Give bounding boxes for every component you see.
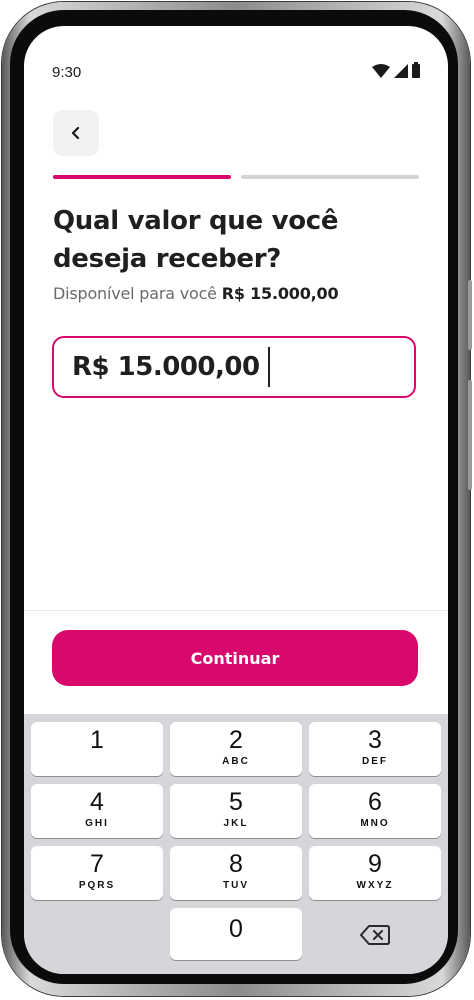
key-digit: 2 <box>229 726 243 754</box>
backspace-icon <box>360 925 390 945</box>
available-value: R$ 15.000,00 <box>221 284 339 303</box>
progress-step-active <box>53 175 231 179</box>
key-letters: TUV <box>223 880 249 891</box>
phone-side-button <box>468 380 472 490</box>
key-digit: 7 <box>90 850 104 878</box>
key-7[interactable]: 7 PQRS <box>31 846 163 900</box>
divider <box>24 610 448 611</box>
key-digit: 9 <box>368 850 382 878</box>
available-amount: Disponível para você R$ 15.000,00 <box>53 284 339 303</box>
amount-input[interactable]: R$ 15.000,00 <box>52 336 416 398</box>
key-digit: 1 <box>90 726 104 754</box>
backspace-key[interactable] <box>309 908 441 962</box>
page-title: Qual valor que você deseja receber? <box>53 206 339 274</box>
key-8[interactable]: 8 TUV <box>170 846 302 900</box>
key-digit: 0 <box>229 915 243 943</box>
step-progress <box>53 175 419 179</box>
key-3[interactable]: 3 DEF <box>309 722 441 776</box>
key-letters: MNO <box>360 818 390 829</box>
key-2[interactable]: 2 ABC <box>170 722 302 776</box>
key-letters: WXYZ <box>356 880 394 891</box>
key-digit: 5 <box>229 788 243 816</box>
key-digit: 4 <box>90 788 104 816</box>
text-caret <box>267 347 270 387</box>
key-letters: DEF <box>362 756 388 767</box>
status-icons <box>372 62 420 78</box>
status-time: 9:30 <box>52 64 82 81</box>
progress-step-inactive <box>241 175 419 179</box>
key-5[interactable]: 5 JKL <box>170 784 302 838</box>
key-letters: PQRS <box>78 880 116 891</box>
key-letters: JKL <box>223 818 249 829</box>
screen: 9:30 Qual valor que você deseja receber?… <box>24 26 448 974</box>
key-4[interactable]: 4 GHI <box>31 784 163 838</box>
key-6[interactable]: 6 MNO <box>309 784 441 838</box>
key-digit: 3 <box>368 726 382 754</box>
continue-button[interactable]: Continuar <box>52 630 418 686</box>
key-9[interactable]: 9 WXYZ <box>309 846 441 900</box>
chevron-left-icon <box>71 126 80 140</box>
key-1[interactable]: 1 <box>31 722 163 776</box>
key-digit: 8 <box>229 850 243 878</box>
battery-icon <box>412 62 420 78</box>
available-label: Disponível para você <box>53 284 217 303</box>
key-0[interactable]: 0 <box>170 908 302 960</box>
key-digit: 6 <box>368 788 382 816</box>
numeric-keypad: 1 2 ABC 3 DEF 4 GHI 5 JKL 6 MNO 7 PQRS 8 <box>24 714 448 974</box>
amount-value: R$ 15.000,00 <box>72 352 260 382</box>
back-button[interactable] <box>53 110 99 156</box>
key-letters: ABC <box>222 756 250 767</box>
key-letters: GHI <box>85 818 109 829</box>
wifi-icon <box>372 64 390 78</box>
cellular-icon <box>394 64 408 78</box>
phone-side-button <box>468 280 472 350</box>
